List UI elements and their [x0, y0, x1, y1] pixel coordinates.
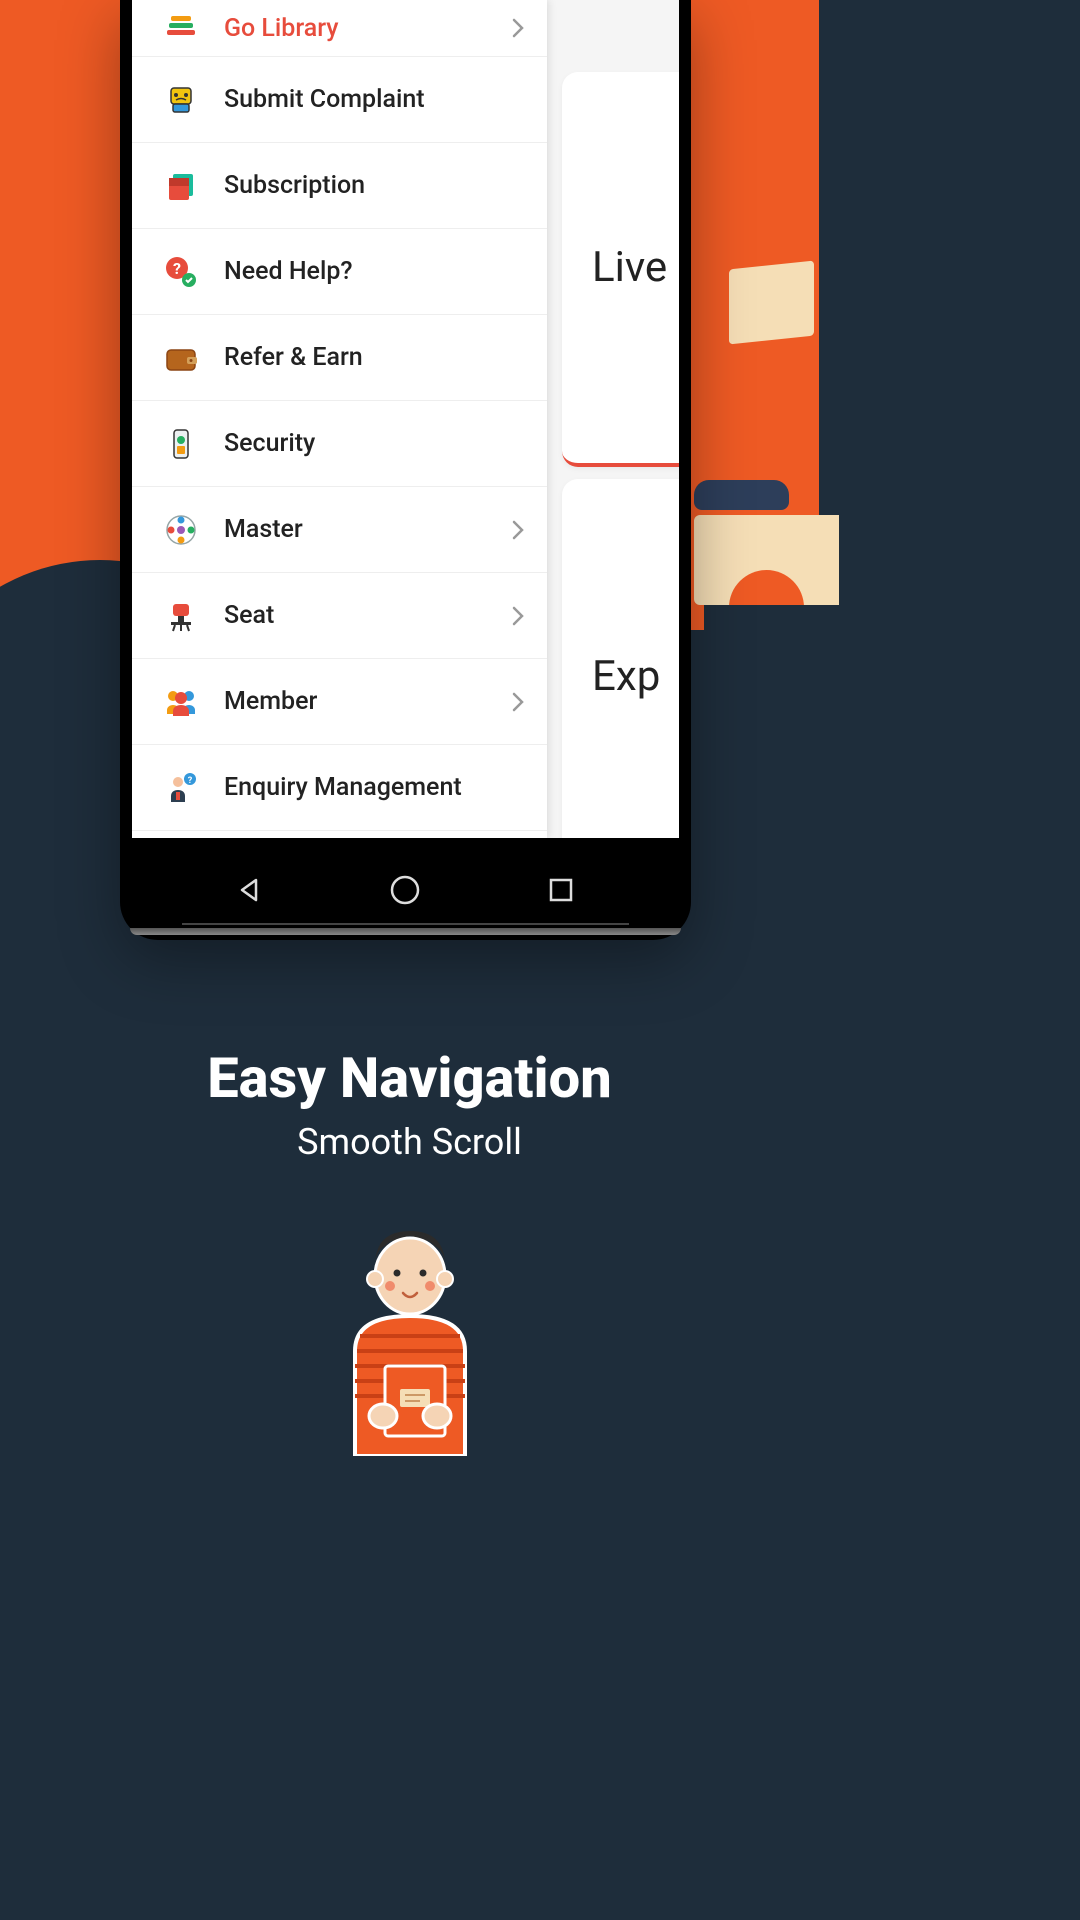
sidebar-item-go-library[interactable]: Go Library — [132, 0, 547, 57]
member-icon — [162, 683, 200, 721]
card-live[interactable]: Live — [562, 72, 679, 467]
sidebar-item-label: Subscription — [224, 171, 529, 200]
sidebar-item-submit-complaint[interactable]: Submit Complaint — [132, 57, 547, 143]
phone-screen: Live Exp Go Library Submit Co — [132, 0, 679, 838]
reader-illustration — [699, 170, 839, 650]
help-icon: ? — [162, 253, 200, 291]
enquiry-icon: ? — [162, 769, 200, 807]
seat-icon — [162, 597, 200, 635]
sidebar-item-security[interactable]: Security — [132, 401, 547, 487]
sidebar-item-label: Need Help? — [224, 257, 529, 286]
headline-title: Easy Navigation — [0, 1045, 819, 1111]
card-exp-label: Exp — [592, 652, 660, 701]
security-icon — [162, 425, 200, 463]
back-button[interactable] — [232, 872, 268, 908]
sidebar-item-label: Submit Complaint — [224, 85, 529, 114]
headline-subtitle: Smooth Scroll — [0, 1121, 819, 1163]
phone-navbar — [132, 851, 679, 928]
chevron-right-icon — [507, 17, 529, 39]
master-icon — [162, 511, 200, 549]
shoes-graphic — [694, 480, 789, 510]
sidebar-item-label: Go Library — [224, 14, 507, 43]
sidebar-item-label: Security — [224, 429, 529, 458]
chevron-right-icon — [507, 519, 529, 541]
book-graphic — [729, 261, 814, 345]
sidebar-menu: Go Library Submit Complaint Subscription — [132, 0, 547, 838]
sidebar-item-label: Enquiry Management — [224, 773, 529, 802]
svg-text:?: ? — [188, 776, 193, 786]
sidebar-item-label: Master — [224, 515, 507, 544]
sidebar-item-enquiry-management[interactable]: ? Enquiry Management — [132, 745, 547, 831]
book-stack-dark — [704, 605, 839, 665]
nav-separator — [182, 923, 629, 925]
recents-button[interactable] — [543, 872, 579, 908]
sidebar-item-label: Seat — [224, 601, 507, 630]
sidebar-item-label: Member — [224, 687, 507, 716]
card-exp[interactable]: Exp — [562, 479, 679, 838]
chevron-right-icon — [507, 605, 529, 627]
card-live-label: Live — [592, 243, 667, 292]
chevron-right-icon — [507, 691, 529, 713]
main-content: Live Exp — [547, 0, 679, 838]
sidebar-item-subscription[interactable]: Subscription — [132, 143, 547, 229]
complaint-icon — [162, 81, 200, 119]
sidebar-item-refer-earn[interactable]: Refer & Earn — [132, 315, 547, 401]
folder-icon — [162, 167, 200, 205]
books-icon — [162, 9, 200, 47]
character-illustration — [295, 1221, 525, 1456]
sidebar-item-master[interactable]: Master — [132, 487, 547, 573]
wallet-icon — [162, 339, 200, 377]
sidebar-item-member[interactable]: Member — [132, 659, 547, 745]
sidebar-item-need-help[interactable]: ? Need Help? — [132, 229, 547, 315]
sidebar-item-seat[interactable]: Seat — [132, 573, 547, 659]
home-button[interactable] — [387, 872, 423, 908]
svg-text:?: ? — [173, 259, 181, 278]
headline-section: Easy Navigation Smooth Scroll — [0, 1045, 819, 1163]
legs-graphic — [739, 410, 799, 480]
phone-frame: Live Exp Go Library Submit Co — [120, 0, 691, 940]
sidebar-item-label: Refer & Earn — [224, 343, 529, 372]
